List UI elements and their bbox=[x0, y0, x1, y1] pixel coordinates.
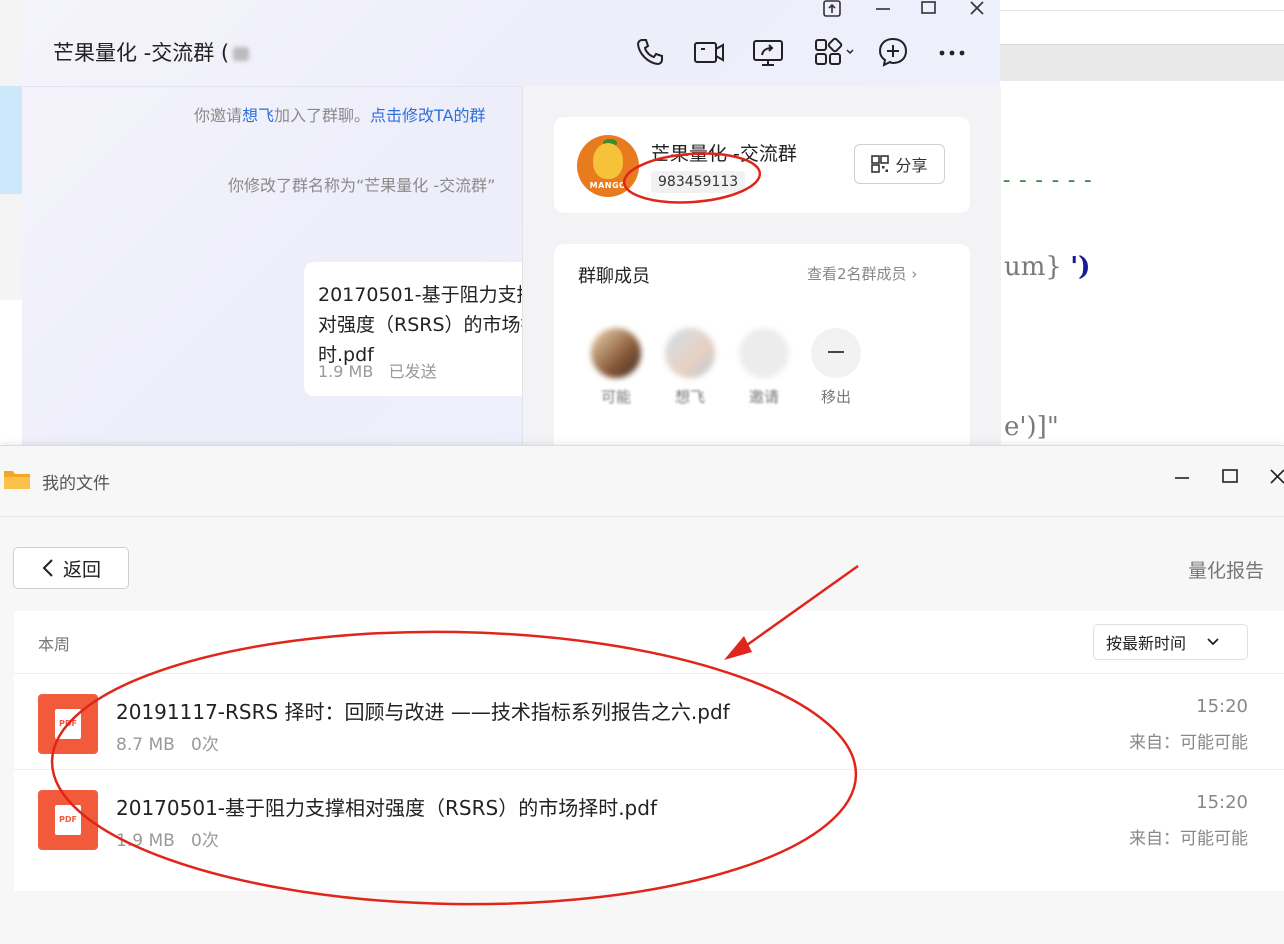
file-message-name: 20170501-基于阻力支撑相对强度（RSRS）的市场择时.pdf bbox=[318, 284, 544, 366]
my-files-window: 我的文件 返回 量化报告 本周 按最新时间 PDF 20191117-RSRS … bbox=[0, 445, 1284, 944]
editor-dashed-line: ------ bbox=[1000, 168, 1098, 193]
mango-icon bbox=[593, 143, 623, 179]
remove-label: 移出 bbox=[820, 388, 851, 406]
editor-toolbar-strip bbox=[1000, 44, 1284, 81]
group-id[interactable]: 983459113 bbox=[651, 171, 746, 193]
file-message-meta: 1.9 MB 已发送 bbox=[318, 362, 437, 381]
background-left-window bbox=[0, 0, 22, 445]
share-label: 分享 bbox=[895, 156, 928, 175]
file-time: 15:20 bbox=[1196, 696, 1248, 717]
voice-call-icon[interactable] bbox=[634, 36, 666, 68]
file-source: 来自：可能可能 bbox=[1129, 733, 1248, 753]
sort-dropdown[interactable]: 按最新时间 bbox=[1093, 624, 1248, 660]
chat-title: 芒果量化 -交流群 ( bbox=[53, 37, 250, 67]
member-name: 可能 bbox=[600, 388, 631, 406]
maximize-icon[interactable] bbox=[1220, 466, 1240, 491]
invite-label: 邀请 bbox=[748, 388, 779, 406]
member-name: 想飞 bbox=[674, 388, 705, 406]
close-icon[interactable] bbox=[968, 0, 986, 20]
file-list: 本周 按最新时间 PDF 20191117-RSRS 择时：回顾与改进 ——技术… bbox=[14, 611, 1284, 891]
member-avatar bbox=[591, 328, 641, 378]
blurred-count bbox=[233, 47, 250, 61]
chat-window: 芒果量化 -交流群 ( 你邀请想飞加入了群聊。点击修改TA的群 你修改了群名称为… bbox=[22, 0, 1001, 454]
system-message-invite: 你邀请想飞加入了群聊。点击修改TA的群 bbox=[194, 106, 486, 125]
file-source: 来自：可能可能 bbox=[1129, 829, 1248, 849]
invite-member[interactable]: 邀请 bbox=[734, 328, 794, 408]
video-call-icon[interactable] bbox=[693, 36, 725, 68]
chevron-down-icon bbox=[1207, 638, 1219, 646]
file-time: 15:20 bbox=[1196, 792, 1248, 813]
chevron-left-icon bbox=[42, 559, 53, 577]
group-info-panel: MANGO 芒果量化 -交流群 983459113 分享 群聊成员 查看2名群成… bbox=[522, 86, 1001, 454]
files-window-title: 我的文件 bbox=[42, 474, 110, 494]
close-icon[interactable] bbox=[1268, 466, 1284, 491]
group-members-card: 群聊成员 查看2名群成员 › 可能 想飞 邀请 移出 bbox=[554, 244, 970, 454]
group-info-card: MANGO 芒果量化 -交流群 983459113 分享 bbox=[554, 117, 970, 213]
invite-icon bbox=[739, 328, 789, 378]
maximize-icon[interactable] bbox=[920, 0, 938, 20]
file-name: 20191117-RSRS 择时：回顾与改进 ——技术指标系列报告之六.pdf bbox=[116, 700, 730, 724]
member-avatar bbox=[665, 328, 715, 378]
member-item[interactable]: 可能 bbox=[586, 328, 646, 408]
edit-alias-link[interactable]: 点击修改TA的群 bbox=[370, 106, 485, 125]
files-titlebar: 我的文件 bbox=[0, 446, 1284, 517]
pdf-file-icon: PDF bbox=[38, 694, 98, 754]
file-row[interactable]: PDF 20170501-基于阻力支撑相对强度（RSRS）的市场择时.pdf 1… bbox=[14, 769, 1284, 866]
chevron-right-icon: › bbox=[911, 265, 918, 283]
chat-header: 芒果量化 -交流群 ( bbox=[22, 0, 1000, 87]
screen-share-icon[interactable] bbox=[752, 36, 784, 68]
pin-window-icon[interactable] bbox=[822, 0, 844, 22]
editor-tab-strip bbox=[1000, 0, 1284, 11]
folder-icon bbox=[3, 468, 31, 490]
qr-code-icon bbox=[871, 155, 890, 173]
back-button[interactable]: 返回 bbox=[13, 547, 129, 589]
minimize-icon[interactable] bbox=[1172, 466, 1192, 491]
file-name: 20170501-基于阻力支撑相对强度（RSRS）的市场择时.pdf bbox=[116, 796, 657, 820]
avatar-brand-text: MANGO bbox=[589, 181, 627, 190]
add-chat-icon[interactable] bbox=[877, 36, 909, 68]
group-label-this-week: 本周 bbox=[38, 635, 71, 654]
remove-member[interactable]: 移出 bbox=[806, 328, 866, 408]
current-folder-name: 量化报告 bbox=[1188, 560, 1265, 582]
file-meta: 8.7 MB 0次 bbox=[116, 735, 219, 755]
selected-chat-highlight bbox=[0, 86, 22, 194]
minus-icon bbox=[811, 328, 861, 378]
invitee-link[interactable]: 想飞 bbox=[242, 106, 274, 125]
background-pane bbox=[0, 300, 22, 445]
share-button[interactable]: 分享 bbox=[854, 144, 945, 184]
file-row[interactable]: PDF 20191117-RSRS 择时：回顾与改进 ——技术指标系列报告之六.… bbox=[14, 673, 1284, 770]
group-avatar[interactable]: MANGO bbox=[577, 135, 639, 197]
more-icon[interactable] bbox=[936, 36, 968, 68]
member-item[interactable]: 想飞 bbox=[660, 328, 720, 408]
editor-code-line: um} ') bbox=[1004, 252, 1091, 282]
back-label: 返回 bbox=[62, 558, 101, 581]
apps-menu-icon[interactable] bbox=[814, 36, 858, 68]
sort-label: 按最新时间 bbox=[1106, 634, 1187, 653]
editor-code-line: e')]" bbox=[1004, 412, 1059, 442]
minimize-icon[interactable] bbox=[874, 0, 892, 20]
members-title: 群聊成员 bbox=[578, 266, 650, 287]
file-message-bubble[interactable]: 20170501-基于阻力支撑相对强度（RSRS）的市场择时.pdf 1.9 M… bbox=[304, 262, 544, 396]
system-message-rename: 你修改了群名称为“芒果量化 -交流群” bbox=[228, 176, 496, 195]
background-editor-window: ------ um} ') e')]" bbox=[1000, 0, 1284, 445]
view-members-link[interactable]: 查看2名群成员 › bbox=[807, 263, 917, 284]
group-name: 芒果量化 -交流群 bbox=[651, 143, 797, 165]
pdf-file-icon: PDF bbox=[38, 790, 98, 850]
file-meta: 1.9 MB 0次 bbox=[116, 831, 219, 851]
